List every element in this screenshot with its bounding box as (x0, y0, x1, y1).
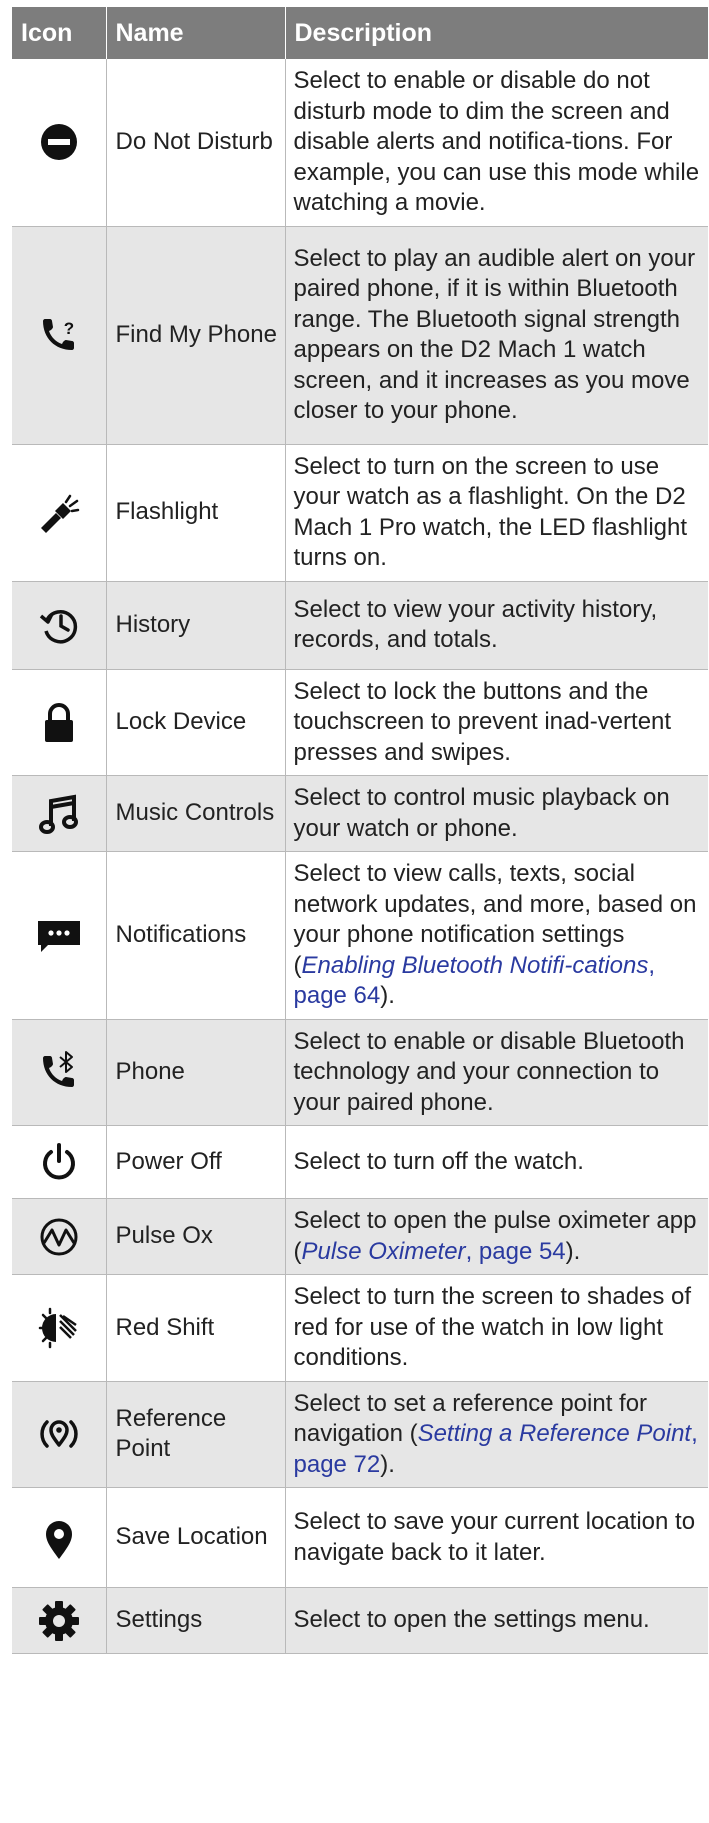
do-not-disturb-icon (36, 119, 82, 165)
table-row: Flashlight Select to turn on the screen … (12, 444, 708, 582)
cross-reference-link[interactable]: Pulse Oximeter, page 54 (302, 1238, 566, 1265)
column-header-icon: Icon (12, 7, 107, 59)
control-description: Select to open the pulse oximeter app (P… (285, 1198, 708, 1275)
table-row: Red Shift Select to turn the screen to s… (12, 1274, 708, 1382)
power-icon (36, 1139, 82, 1185)
control-description: Select to save your current location to … (285, 1487, 708, 1588)
phone-bluetooth-icon (36, 1049, 82, 1095)
control-name: Do Not Disturb (106, 59, 286, 227)
reference-point-icon (36, 1411, 82, 1457)
table-row: Reference Point Select to set a referenc… (12, 1381, 708, 1488)
control-description: Select to turn off the watch. (285, 1125, 708, 1199)
control-name: Notifications (106, 851, 286, 1020)
control-description: Select to set a reference point for navi… (285, 1381, 708, 1488)
control-name: Red Shift (106, 1274, 286, 1382)
control-description: Select to lock the buttons and the touch… (285, 669, 708, 776)
table-row: Music Controls Select to control music p… (12, 775, 708, 852)
table-row: Save Location Select to save your curren… (12, 1487, 708, 1588)
control-name: Settings (106, 1587, 286, 1654)
find-my-phone-icon: ? (36, 312, 82, 358)
control-name: Flashlight (106, 444, 286, 582)
notifications-icon (36, 912, 82, 958)
control-name: Pulse Ox (106, 1198, 286, 1275)
column-header-description: Description (285, 7, 708, 59)
control-name: Phone (106, 1019, 286, 1126)
svg-text:?: ? (64, 319, 74, 338)
control-description: Select to enable or disable do not distu… (285, 59, 708, 227)
table-row: Power Off Select to turn off the watch. (12, 1125, 708, 1199)
table-row: Do Not Disturb Select to enable or disab… (12, 59, 708, 227)
column-header-name: Name (106, 7, 286, 59)
control-name: History (106, 581, 286, 670)
control-description: Select to view calls, texts, social netw… (285, 851, 708, 1020)
control-name: Music Controls (106, 775, 286, 852)
red-shift-icon (36, 1305, 82, 1351)
table-header-row: Icon Name Description (12, 7, 708, 59)
table-row: Settings Select to open the settings men… (12, 1587, 708, 1654)
control-description: Select to open the settings menu. (285, 1587, 708, 1654)
table-row: Notifications Select to view calls, text… (12, 851, 708, 1020)
location-pin-icon (36, 1515, 82, 1561)
control-description: Select to play an audible alert on your … (285, 226, 708, 445)
settings-gear-icon (36, 1598, 82, 1644)
control-name: Save Location (106, 1487, 286, 1588)
control-name: Power Off (106, 1125, 286, 1199)
control-description: Select to view your activity history, re… (285, 581, 708, 670)
controls-table: Icon Name Description Do Not Disturb Sel… (12, 7, 708, 1654)
history-icon (36, 602, 82, 648)
table-row: Lock Device Select to lock the buttons a… (12, 669, 708, 776)
control-description: Select to control music playback on your… (285, 775, 708, 852)
lock-icon (36, 699, 82, 745)
music-note-icon (36, 791, 82, 837)
table-row: Phone Select to enable or disable Blueto… (12, 1019, 708, 1126)
control-description: Select to enable or disable Bluetooth te… (285, 1019, 708, 1126)
pulse-ox-icon (36, 1214, 82, 1260)
flashlight-icon (36, 490, 82, 536)
table-row: ? Find My Phone Select to play an audibl… (12, 226, 708, 445)
control-name: Lock Device (106, 669, 286, 776)
control-name: Reference Point (106, 1381, 286, 1488)
control-name: Find My Phone (106, 226, 286, 445)
table-row: History Select to view your activity his… (12, 581, 708, 670)
control-description: Select to turn the screen to shades of r… (285, 1274, 708, 1382)
control-description: Select to turn on the screen to use your… (285, 444, 708, 582)
cross-reference-link[interactable]: Enabling Bluetooth Notifi-cations, page … (294, 952, 656, 1010)
table-row: Pulse Ox Select to open the pulse oximet… (12, 1198, 708, 1275)
